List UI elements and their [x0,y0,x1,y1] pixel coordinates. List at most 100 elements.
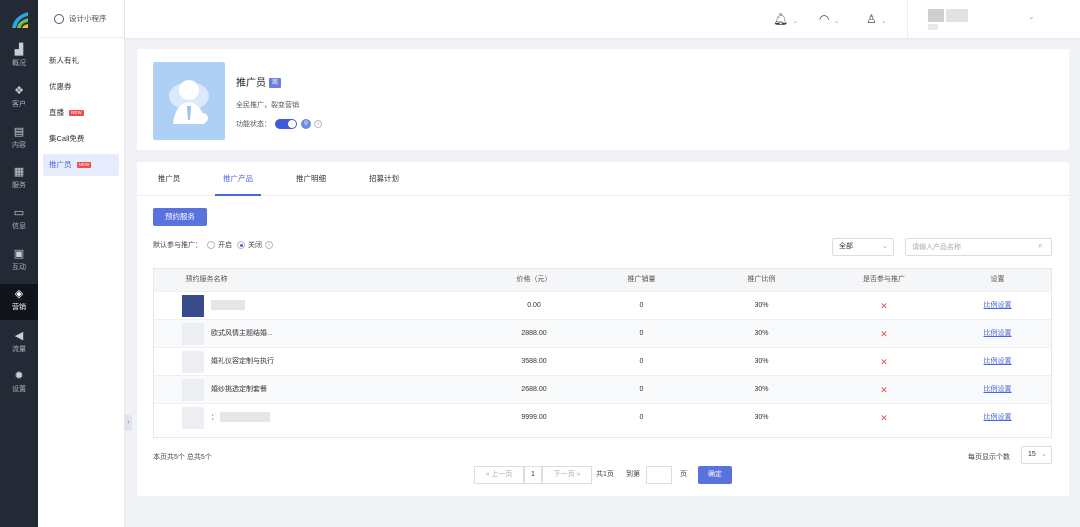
ratio-setting-link[interactable]: 比例设置 [984,358,1012,365]
table-row: 婚礼仪容定制与执行 3588.00 0 30% ✕ 比例设置 [154,347,1051,375]
page-size-value: 15 [1028,451,1036,458]
product-name: ： [211,404,270,432]
product-thumbnail [182,407,204,429]
document-icon: ▤ [13,126,25,138]
nav-item-service[interactable]: ▦ 服务 [0,166,38,200]
nav-item-traffic[interactable]: ◀ 流量 [0,330,38,364]
nav-label: 设置 [12,386,26,393]
app-logo [12,12,28,28]
account-button[interactable]: ♙ ⌄ [866,11,887,27]
subnav-label: 新人有礼 [49,56,79,65]
page-number-button[interactable]: 1 [524,466,542,484]
book-service-button[interactable]: 预约服务 [153,208,207,226]
radio-off[interactable] [237,241,245,249]
chevron-down-icon: ⌄ [882,243,888,250]
feature-toggle[interactable] [275,119,297,129]
col-header-participate: 是否参与推广 [824,269,944,291]
user-avatar [928,9,944,22]
sales-cell: 0 [639,386,644,393]
nav-label: 流量 [12,346,26,353]
nav-item-customers[interactable]: ❖ 客户 [0,85,38,119]
product-search-input[interactable] [905,238,1052,256]
product-thumbnail [182,323,204,345]
filter-label: 默认参与推广： [153,242,202,249]
user-icon: ♙ [866,12,877,26]
not-participating-icon: ✕ [880,301,888,311]
miniprogram-icon [54,13,64,24]
prev-page-button[interactable]: « 上一页 [474,466,524,484]
nav-label: 客户 [12,101,26,108]
user-menu[interactable]: ⌄ [907,0,1080,38]
total-pages: 共1页 [596,471,614,478]
info-icon[interactable]: i [265,241,273,249]
sales-cell: 0 [639,414,644,421]
tab-products[interactable]: 推广产品 [215,162,261,196]
notification-button[interactable]: 🔔︎ ⌄ [773,11,798,27]
chevron-down-icon: ⌄ [792,18,799,25]
ratio-setting-link[interactable]: 比例设置 [984,330,1012,337]
table-row: 婚纱挑选定制套餐 2688.00 0 30% ✕ 比例设置 [154,375,1051,403]
chevron-down-icon: ⌄ [833,18,840,25]
tab-promoter[interactable]: 推广员 [157,162,181,196]
col-header-sales: 推广销量 [574,269,709,291]
page-summary: 本页共5个 总共5个 [153,454,212,461]
nav-item-overview[interactable]: ▟ 概况 [0,44,38,78]
subnav-header[interactable]: 设计小程序 [38,0,124,38]
ratio-setting-link[interactable]: 比例设置 [984,386,1012,393]
tab-recruit-plan[interactable]: 招募计划 [368,162,400,196]
message-icon: ▭ [13,207,25,219]
ratio-cell: 30% [754,414,769,421]
search-icon[interactable]: ⌕ [1038,240,1043,251]
sub-sidebar: 设计小程序 新人有礼 优惠券 直播 NEW 集Call免费 推广员 NEW [38,0,125,527]
col-header-ratio: 推广比例 [699,269,824,291]
nav-label: 概况 [12,60,26,67]
radio-off-label[interactable]: 关闭 [248,240,262,250]
subnav-item-jicall[interactable]: 集Call免费 [43,128,119,150]
goto-page-input[interactable] [646,466,672,484]
subnav-item-live[interactable]: 直播 NEW [43,102,119,124]
page-unit: 页 [680,471,687,478]
ratio-setting-link[interactable]: 比例设置 [984,414,1012,421]
page-size-select[interactable]: 15 ⌄ [1021,446,1052,464]
product-thumbnail [182,295,204,317]
collapse-sidebar-button[interactable]: ‹ [125,415,132,431]
goto-label: 到第 [626,471,640,478]
nav-item-marketing[interactable]: ◈ 营销 [0,284,38,320]
default-promotion-filter: 默认参与推广： 开启 关闭 i [153,240,273,250]
chevron-down-icon: ⌄ [1041,451,1047,458]
new-badge: NEW [69,110,84,117]
radio-on[interactable] [207,241,215,249]
ratio-cell: 30% [754,330,769,337]
tab-details[interactable]: 推广明细 [295,162,327,196]
ratio-setting-cell: 比例设置 [944,376,1051,404]
interact-icon: ▣ [13,248,25,260]
subnav-item-newcomer[interactable]: 新人有礼 [43,50,119,72]
nav-item-interact[interactable]: ▣ 互动 [0,248,38,282]
page-size-label: 每页显示个数 [968,454,1010,461]
nav-label: 互动 [12,264,26,271]
select-value: 全部 [839,243,853,250]
ratio-cell: 30% [754,302,769,309]
status-select[interactable]: 全部 ⌄ [832,238,894,256]
feature-status: 功能状态： ⚲ i [236,119,322,129]
product-name [211,292,245,320]
product-name: 婚礼仪容定制与执行 [211,358,274,365]
nav-label: 服务 [12,182,26,189]
support-button[interactable]: ◠ ⌄ [819,11,839,27]
subnav-item-promoter[interactable]: 推广员 NEW [43,154,119,176]
goto-confirm-button[interactable]: 确定 [698,466,732,484]
radio-on-label[interactable]: 开启 [218,240,232,250]
subnav-item-coupon[interactable]: 优惠券 [43,76,119,98]
nav-item-content[interactable]: ▤ 内容 [0,126,38,160]
top-bar: 🔔︎ ⌄ ◠ ⌄ ♙ ⌄ ⌄ [125,0,1080,38]
ratio-setting-cell: 比例设置 [944,348,1051,376]
table-row: 欧式风情主题结婚... 2888.00 0 30% ✕ 比例设置 [154,319,1051,347]
nav-item-settings[interactable]: ✹ 设置 [0,370,38,404]
ratio-cell: 30% [754,386,769,393]
link-icon[interactable]: ⚲ [301,119,311,129]
nav-item-message[interactable]: ▭ 信息 [0,207,38,241]
ratio-cell: 30% [754,358,769,365]
next-page-button[interactable]: 下一页 » [542,466,592,484]
ratio-setting-link[interactable]: 比例设置 [984,302,1012,309]
info-icon[interactable]: i [314,120,322,128]
